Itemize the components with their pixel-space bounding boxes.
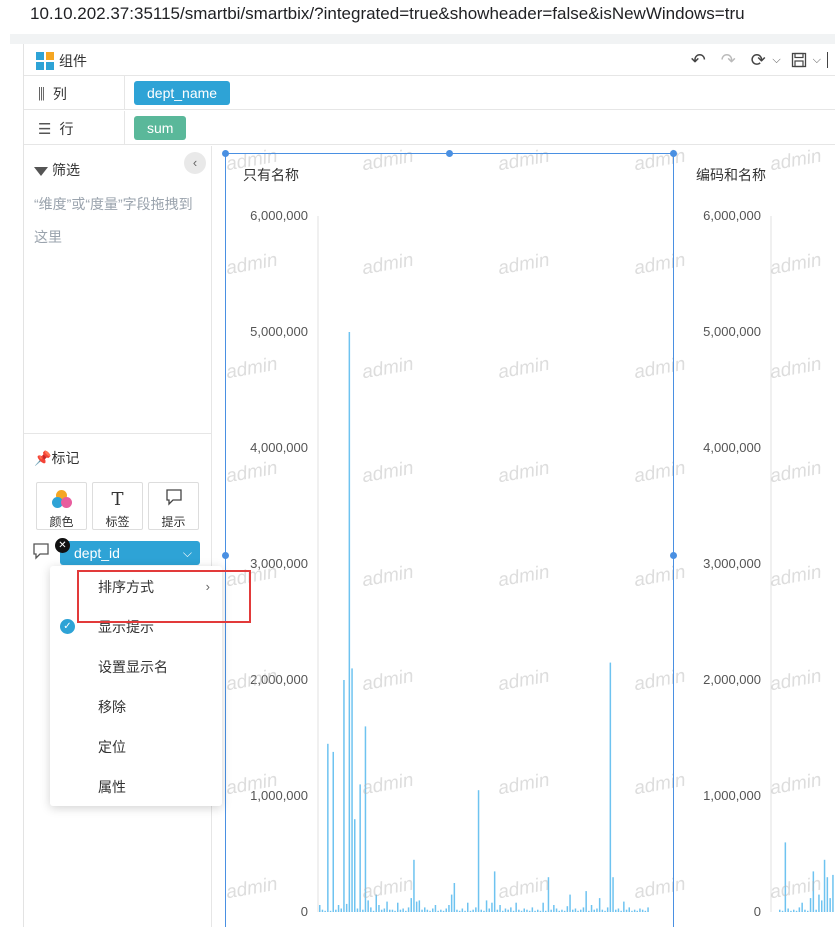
bar[interactable]: [801, 902, 803, 912]
y-tick-label: 4,000,000: [703, 440, 761, 455]
resize-handle[interactable]: [670, 552, 677, 559]
resize-handle[interactable]: [222, 150, 229, 157]
check-icon: ✓: [60, 619, 75, 634]
bar[interactable]: [804, 909, 806, 912]
bar[interactable]: [832, 874, 834, 912]
bar[interactable]: [790, 910, 792, 912]
bar[interactable]: [779, 909, 781, 912]
y-tick-label: 0: [753, 904, 761, 919]
bar[interactable]: [798, 907, 801, 912]
bar[interactable]: [807, 910, 809, 912]
bar[interactable]: [815, 909, 817, 912]
menu-item[interactable]: 定位: [50, 727, 222, 767]
highlight-box: [77, 570, 251, 623]
menu-item[interactable]: 设置显示名: [50, 647, 222, 687]
y-tick-label: 6,000,000: [703, 208, 761, 223]
menu-item-label: 定位: [98, 739, 126, 755]
bar[interactable]: [793, 909, 795, 912]
chart-selection-frame[interactable]: [225, 153, 674, 927]
bar[interactable]: [781, 910, 784, 912]
menu-item-label: 设置显示名: [98, 659, 168, 675]
menu-item-label: 属性: [98, 779, 126, 795]
y-tick-label: 5,000,000: [703, 324, 761, 339]
resize-handle[interactable]: [670, 150, 677, 157]
menu-item[interactable]: 移除: [50, 687, 222, 727]
chart-title: 编码和名称: [696, 167, 766, 183]
bar[interactable]: [809, 898, 812, 912]
bar[interactable]: [821, 900, 823, 912]
bar[interactable]: [826, 877, 829, 912]
bar[interactable]: [829, 898, 831, 912]
screen: 10.10.202.37:35115/smartbi/smartbix/?int…: [0, 0, 835, 927]
resize-handle[interactable]: [446, 150, 453, 157]
menu-item[interactable]: 属性: [50, 767, 222, 807]
bar[interactable]: [787, 908, 789, 913]
menu-item-label: 移除: [98, 699, 126, 715]
bar[interactable]: [823, 859, 826, 912]
bar[interactable]: [818, 894, 820, 912]
resize-handle[interactable]: [222, 552, 229, 559]
bar[interactable]: [795, 910, 798, 912]
